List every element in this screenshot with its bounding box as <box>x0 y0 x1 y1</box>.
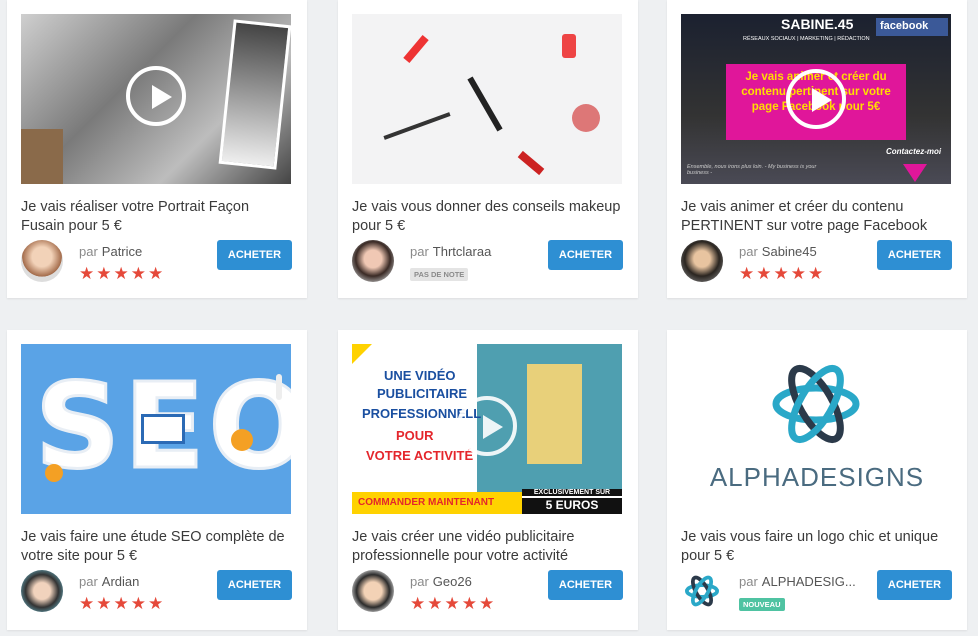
thumb-brand: SABINE.45 <box>781 16 854 32</box>
seller-name[interactable]: ALPHADESIG... <box>762 574 856 589</box>
seller-name[interactable]: Thrtclaraa <box>433 244 492 259</box>
gig-title[interactable]: Je vais faire une étude SEO complète de … <box>21 528 296 566</box>
buy-button[interactable]: ACHETER <box>217 240 292 270</box>
thumb-tagline: Ensemble, nous irons plus loin. - My bus… <box>687 164 817 176</box>
magnifier-icon <box>141 414 185 444</box>
gig-card[interactable]: Je vais réaliser votre Portrait Façon Fu… <box>7 0 307 298</box>
thumb-contact: Contactez-moi <box>886 147 942 156</box>
order-now-banner[interactable]: COMMANDER MAINTENANT <box>352 492 522 514</box>
price-label: 5 EUROS <box>522 498 622 514</box>
logo-wordmark: ALPHADESIGNS <box>709 462 925 492</box>
rating-stars: ★★★★★ <box>410 594 497 613</box>
lipstick-icon <box>517 150 545 176</box>
gig-title[interactable]: Je vais réaliser votre Portrait Façon Fu… <box>21 198 296 236</box>
new-badge: NOUVEAU <box>739 598 785 611</box>
rating-stars: ★★★★★ <box>79 264 166 283</box>
gig-thumbnail[interactable]: ALPHADESIGNS <box>681 344 951 514</box>
thumb-line-4: POUR <box>396 428 434 443</box>
buy-button[interactable]: ACHETER <box>548 570 623 600</box>
play-icon[interactable] <box>126 66 186 126</box>
seller-byline: par ALPHADESIG... <box>739 574 856 589</box>
play-icon[interactable] <box>457 396 517 456</box>
alphadesigns-avatar-icon <box>684 575 720 607</box>
gig-card[interactable]: Je vais vous donner des conseils makeup … <box>338 0 638 298</box>
avatar[interactable] <box>352 570 394 612</box>
avatar[interactable] <box>21 240 63 282</box>
seller-byline: par Patrice <box>79 244 143 259</box>
gig-card[interactable]: UNE VIDÉO PUBLICITAIRE PROFESSIONNELL PO… <box>338 330 638 630</box>
gig-grid: Je vais réaliser votre Portrait Façon Fu… <box>0 0 978 636</box>
gig-title[interactable]: Je vais vous donner des conseils makeup … <box>352 198 627 236</box>
thumb-menu: RÉSEAUX SOCIAUX | MARKETING | RÉDACTION <box>743 36 870 42</box>
seller-name[interactable]: Geo26 <box>433 574 472 589</box>
arrow-down-icon <box>903 164 927 182</box>
buy-button[interactable]: ACHETER <box>877 570 952 600</box>
gig-title[interactable]: Je vais animer et créer du contenu PERTI… <box>681 198 956 236</box>
settings-icon <box>45 464 63 482</box>
gig-card[interactable]: ALPHADESIGNS Je vais vous faire un logo … <box>667 330 967 630</box>
gig-thumbnail[interactable] <box>352 14 622 184</box>
thumb-line-2: PUBLICITAIRE <box>377 386 468 401</box>
no-rating-badge: PAS DE NOTE <box>410 268 469 281</box>
gig-thumbnail[interactable]: SABINE.45 RÉSEAUX SOCIAUX | MARKETING | … <box>681 14 951 184</box>
seller-name[interactable]: Patrice <box>102 244 142 259</box>
rating-stars: ★★★★★ <box>79 594 166 613</box>
seller-name[interactable]: Sabine45 <box>762 244 817 259</box>
avatar[interactable] <box>21 570 63 612</box>
alphadesigns-logo-icon <box>772 364 860 444</box>
seller-byline: par Sabine45 <box>739 244 817 259</box>
nail-polish-icon <box>562 34 576 58</box>
portrait-drawing <box>218 19 291 170</box>
seller-byline: par Thrtclaraa <box>410 244 492 259</box>
play-icon[interactable] <box>786 69 846 129</box>
compact-icon <box>572 104 600 132</box>
thumb-line-5: VOTRE ACTIVITÉ <box>366 448 474 463</box>
gear-icon <box>231 429 253 451</box>
seller-name[interactable]: Ardian <box>102 574 140 589</box>
buy-button[interactable]: ACHETER <box>548 240 623 270</box>
thumb-corner-flag <box>352 344 372 364</box>
seller-byline: par Geo26 <box>410 574 472 589</box>
pencil-icon <box>383 112 451 140</box>
gig-title[interactable]: Je vais créer une vidéo publicitaire pro… <box>352 528 627 566</box>
rocket-icon <box>276 374 282 400</box>
gig-thumbnail[interactable]: UNE VIDÉO PUBLICITAIRE PROFESSIONNELL PO… <box>352 344 622 514</box>
buy-button[interactable]: ACHETER <box>877 240 952 270</box>
gig-thumbnail[interactable] <box>21 14 291 184</box>
gig-card[interactable]: SABINE.45 RÉSEAUX SOCIAUX | MARKETING | … <box>667 0 967 298</box>
presenter-illustration <box>527 364 582 464</box>
gig-card[interactable]: SEO Je vais faire une étude SEO complète… <box>7 330 307 630</box>
seller-byline: par Ardian <box>79 574 140 589</box>
facebook-logo: facebook <box>876 18 948 36</box>
photo-inset <box>21 129 63 184</box>
exclusive-label: EXCLUSIVEMENT SUR <box>522 489 622 496</box>
rating-stars: ★★★★★ <box>739 264 826 283</box>
avatar[interactable] <box>352 240 394 282</box>
lipstick-icon <box>403 34 429 64</box>
buy-button[interactable]: ACHETER <box>217 570 292 600</box>
avatar[interactable] <box>681 570 723 612</box>
brush-icon <box>467 76 503 132</box>
avatar[interactable] <box>681 240 723 282</box>
thumb-line-1: UNE VIDÉO <box>384 368 456 383</box>
gig-title[interactable]: Je vais vous faire un logo chic et uniqu… <box>681 528 956 566</box>
gig-thumbnail[interactable]: SEO <box>21 344 291 514</box>
